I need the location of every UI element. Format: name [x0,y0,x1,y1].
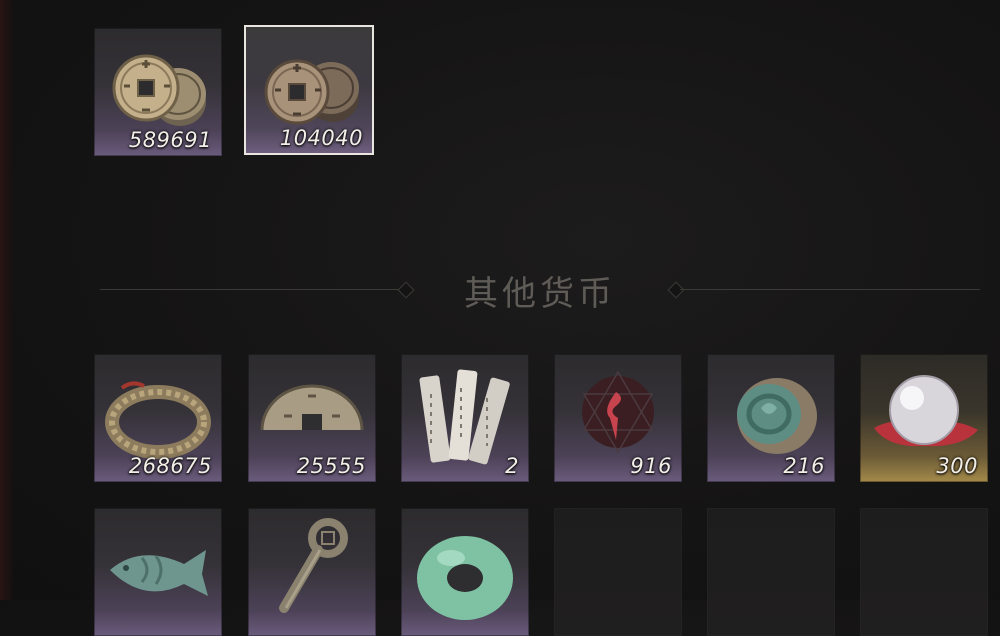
jade-ring-icon [417,536,513,620]
item-slot-coin-sword[interactable] [248,508,376,636]
divider-diamond-icon [667,281,685,299]
item-slot-red-token[interactable]: 916 [554,354,682,482]
empty-slot [860,508,988,636]
empty-slot [554,508,682,636]
section-title: 其他货币 [464,274,616,314]
divider-diamond-icon [397,281,415,299]
item-slot-half-coin[interactable]: 25555 [248,354,376,482]
item-count: 2 [505,454,519,478]
item-count: 104040 [279,126,363,150]
item-slot-pearl[interactable]: 300 [860,354,988,482]
item-slot-bronze-coins[interactable]: 104040 [244,25,374,155]
panel-left-edge [0,0,14,600]
item-count: 300 [936,454,978,478]
divider-right [680,289,980,290]
item-count: 589691 [128,128,212,152]
item-slot-jade-fish[interactable] [94,508,222,636]
item-slot-jade-ring[interactable] [401,508,529,636]
item-count: 268675 [128,454,212,478]
divider-left [100,289,400,290]
item-slot-copper-coins[interactable]: 589691 [94,28,222,156]
item-count: 916 [630,454,672,478]
section-header-other-currency: 其他货币 [100,262,980,314]
coin-sword-icon [279,518,348,613]
item-count: 25555 [296,454,366,478]
empty-slot [707,508,835,636]
item-slot-coin-string[interactable]: 268675 [94,354,222,482]
item-slot-paper-slips[interactable]: 2 [401,354,529,482]
item-count: 216 [783,454,825,478]
item-slot-jade-relic[interactable]: 216 [707,354,835,482]
jade-fish-icon [110,550,208,596]
